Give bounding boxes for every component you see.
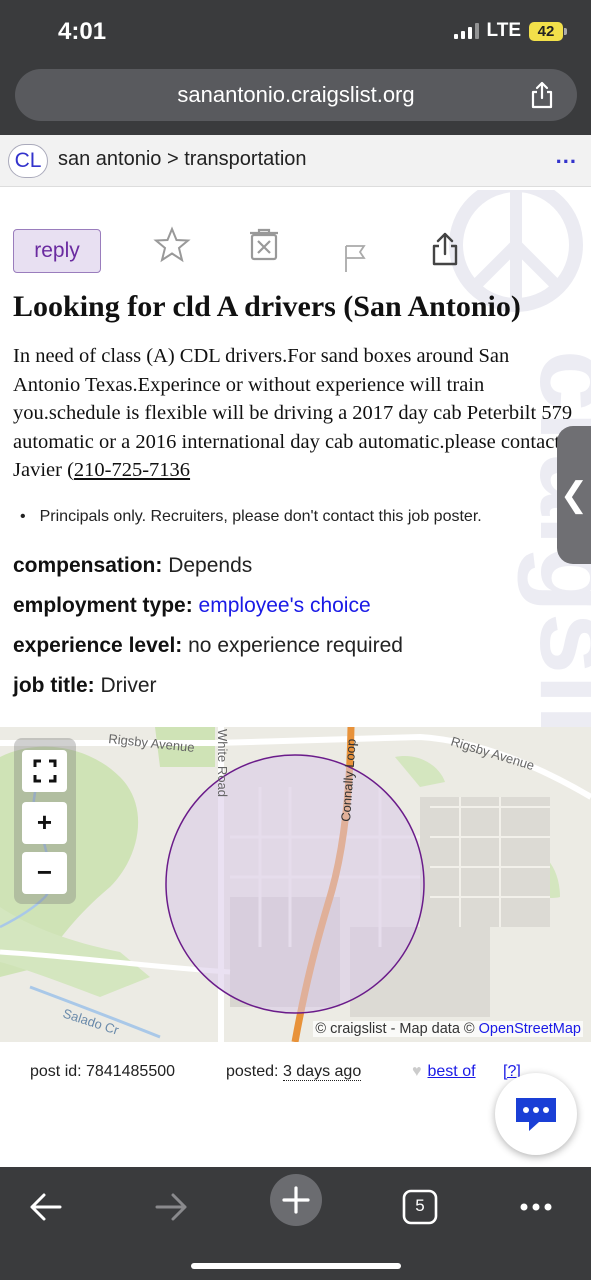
network-label: LTE: [486, 20, 521, 41]
address-bar[interactable]: sanantonio.craigslist.org: [15, 69, 577, 121]
reply-button[interactable]: reply: [13, 229, 101, 273]
attr-key: job title:: [13, 674, 95, 697]
attr-key: employment type:: [13, 594, 193, 617]
attribute-compensation: compensation: Depends: [13, 553, 403, 593]
fullscreen-icon: [33, 759, 56, 783]
tab-count: 5: [415, 1196, 425, 1215]
street-label-white-road: White Road: [215, 729, 230, 797]
attribution-text: © craigslist - Map data ©: [315, 1021, 475, 1037]
flag-icon[interactable]: [336, 238, 376, 278]
browser-top-bar: 4:01 LTE 42 sanantonio.craigslist.org: [0, 0, 591, 135]
attribute-employment-type: employment type: employee's choice: [13, 593, 403, 633]
heart-icon: ♥: [412, 1063, 422, 1080]
more-options-icon[interactable]: [510, 1181, 562, 1233]
zoom-in-button[interactable]: +: [22, 802, 67, 844]
attribute-experience-level: experience level: no experience required: [13, 633, 403, 673]
post-id: post id: 7841485500: [30, 1063, 176, 1080]
forward-arrow-icon[interactable]: [145, 1181, 197, 1233]
recruiter-notice: Principals only. Recruiters, please don'…: [20, 508, 482, 526]
posted-date: posted: 3 days ago: [226, 1063, 362, 1081]
chat-icon: [516, 1098, 556, 1131]
openstreetmap-link[interactable]: OpenStreetMap: [479, 1021, 581, 1037]
signal-icon: [453, 23, 479, 39]
craigslist-logo[interactable]: CL: [8, 144, 48, 178]
page: 4:01 LTE 42 sanantonio.craigslist.org CL…: [0, 0, 591, 1280]
status-indicators: LTE 42: [453, 20, 567, 42]
url-text: sanantonio.craigslist.org: [177, 82, 415, 107]
attr-value: no experience required: [188, 634, 403, 657]
attr-key: experience level:: [13, 634, 183, 657]
posting-title: Looking for cld A drivers (San Antonio): [13, 290, 521, 323]
attr-value: Depends: [168, 554, 253, 577]
craigslist-header: CL san antonio > transportation ...: [0, 135, 591, 187]
posted-label: posted:: [226, 1063, 279, 1080]
chat-button[interactable]: [495, 1073, 577, 1155]
attribute-job-title: job title: Driver: [13, 673, 403, 713]
best-of: ♥ best of: [412, 1063, 476, 1081]
hide-trash-icon[interactable]: [244, 225, 284, 265]
tab-switcher-button[interactable]: 5: [394, 1181, 446, 1233]
zoom-out-button[interactable]: −: [22, 852, 67, 894]
map-attribution: © craigslist - Map data © OpenStreetMap: [313, 1021, 583, 1037]
map[interactable]: Rigsby Avenue Rigsby Avenue White Road C…: [0, 727, 591, 1042]
fullscreen-button[interactable]: [22, 750, 67, 792]
posted-value: 3 days ago: [282, 1063, 362, 1081]
more-menu-icon[interactable]: ...: [556, 143, 577, 169]
attr-value-link[interactable]: employee's choice: [199, 594, 371, 617]
back-arrow-icon[interactable]: [20, 1181, 72, 1233]
battery-icon: 42: [529, 21, 567, 41]
share-icon[interactable]: [527, 80, 557, 110]
phone-link[interactable]: 210-725-7136: [74, 459, 190, 481]
attr-key: compensation:: [13, 554, 163, 577]
new-tab-icon[interactable]: [269, 1173, 323, 1227]
posting-body: In need of class (A) CDL drivers.For san…: [13, 342, 573, 485]
job-attributes: compensation: Depends employment type: e…: [13, 553, 403, 713]
star-icon[interactable]: [152, 225, 192, 265]
side-panel-tab[interactable]: ❮: [557, 426, 591, 564]
best-of-link[interactable]: best of: [428, 1063, 476, 1080]
attr-value: Driver: [100, 674, 157, 697]
status-time: 4:01: [58, 18, 107, 45]
share-posting-icon[interactable]: [426, 230, 466, 270]
breadcrumb[interactable]: san antonio > transportation: [58, 148, 307, 171]
map-tiles: Rigsby Avenue Rigsby Avenue White Road C…: [0, 727, 591, 1042]
home-indicator[interactable]: [191, 1263, 401, 1269]
